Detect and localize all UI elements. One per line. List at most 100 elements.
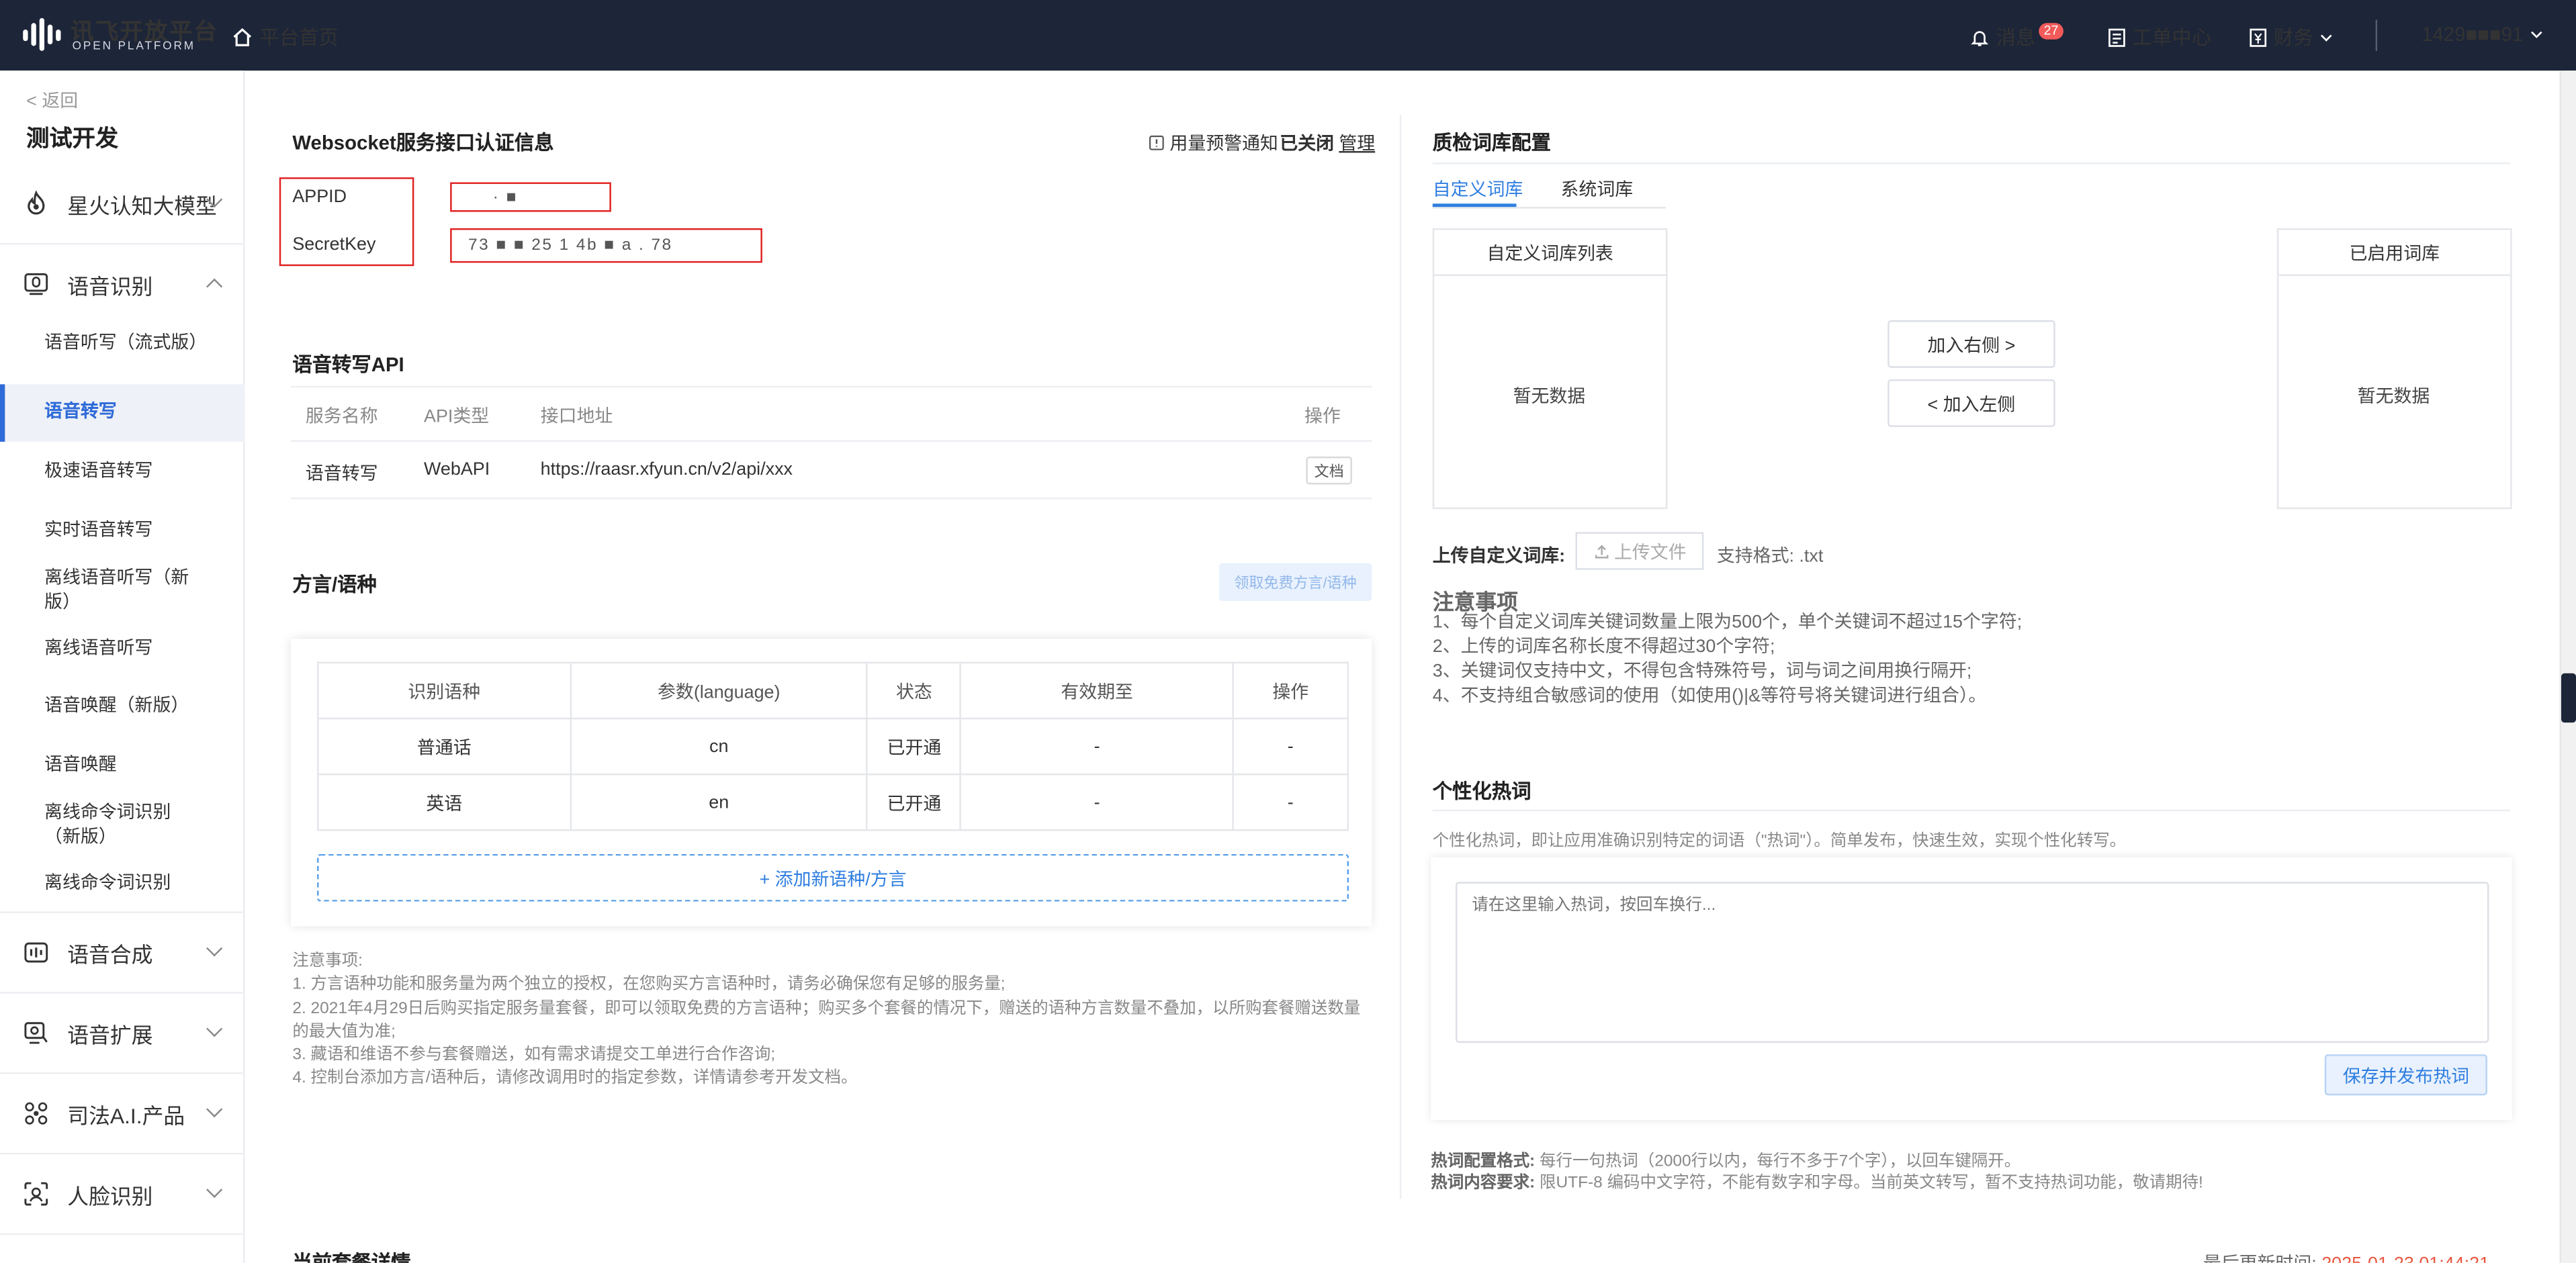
scrollbar-thumb[interactable] <box>2561 673 2576 723</box>
bell-icon <box>1971 30 1989 46</box>
back-link[interactable]: < 返回 <box>26 87 78 113</box>
note-item: 3. 藏语和维语不参与套餐赠送，如有需求请提交工单进行合作咨询; <box>292 1046 776 1065</box>
sidebar-group-asr[interactable]: 语音识别 <box>0 244 245 323</box>
enabled-lexicon-list: 已启用词库 <box>2276 228 2512 510</box>
flame-icon <box>21 189 51 218</box>
divider <box>290 498 1372 500</box>
api-row-url[interactable]: https://raasr.xfyun.cn/v2/api/xxx <box>541 460 793 479</box>
cell-param: cn <box>570 717 869 776</box>
hotword-section-title: 个性化热词 <box>1432 780 1531 803</box>
publish-hotword-button[interactable]: 保存并发布热词 <box>2324 1054 2487 1096</box>
notice-item: 1、每个自定义词库关键词数量上限为500个，单个关键词不超过15个字符; <box>1432 612 2023 633</box>
tab-active-indicator <box>1432 203 1517 207</box>
sidebar-group-spark[interactable]: 星火认知大模型 <box>0 165 245 243</box>
chevron-down-icon <box>2530 31 2542 38</box>
cell-op: - <box>1232 717 1349 776</box>
ticket-center-link[interactable]: 工单中心 <box>2108 23 2211 51</box>
sidebar-group-judicial[interactable]: 司法A.I.产品 <box>0 1074 245 1153</box>
custom-lexicon-list-title: 自定义词库列表 <box>1434 230 1667 276</box>
note-item: 4. 控制台添加方言/语种后，请修改调用时的指定参数，详情请参考开发文档。 <box>292 1070 858 1088</box>
chevron-down-icon <box>206 940 223 957</box>
sidebar-group-label: 人脸识别 <box>67 1183 153 1208</box>
sidebar-item-wakeup[interactable]: 语音唤醒 <box>44 754 209 779</box>
sidebar-item-transcription[interactable]: 语音转写 <box>44 401 209 426</box>
claim-free-dialect-button[interactable]: 领取免费方言/语种 <box>1218 563 1372 602</box>
message-count-badge: 27 <box>2039 22 2063 39</box>
alert-bell-icon <box>1149 135 1164 150</box>
manage-link[interactable]: 管理 <box>1339 130 1375 156</box>
sidebar-item-offline-command[interactable]: 离线命令词识别 <box>44 872 209 897</box>
chevron-down-icon <box>206 1021 223 1037</box>
sidebar-group-extension[interactable]: 语音扩展 <box>0 994 245 1072</box>
divider <box>1432 162 2511 165</box>
hotword-description: 个性化热词，即让应用准确识别特定的词语（"热词"）。简单发布，快速生效，实现个性… <box>1432 833 2127 851</box>
custom-lexicon-empty: 暂无数据 <box>1513 387 1586 408</box>
sidebar-group-label: 星火认知大模型 <box>67 193 217 218</box>
sidebar-item-offline-command-new[interactable]: 离线命令词识别（新版） <box>44 802 185 851</box>
sidebar-group-tts[interactable]: 语音合成 <box>0 913 245 992</box>
chevron-down-icon <box>206 1181 223 1199</box>
upload-label: 上传自定义词库: <box>1432 547 1566 567</box>
voice-extension-icon <box>21 1018 51 1047</box>
usage-alert-link[interactable]: 用量预警通知 <box>1149 130 1278 156</box>
table-header-row: 识别语种 参数(language) 状态 有效期至 操作 <box>317 661 1349 720</box>
cell-expiry: - <box>960 773 1234 831</box>
sidebar-item-fast-transcription[interactable]: 极速语音转写 <box>44 460 209 485</box>
nav-home-link[interactable]: 平台首页 <box>232 23 339 51</box>
sidebar-group-label: 语音识别 <box>67 273 153 298</box>
sidebar-item-wakeup-new[interactable]: 语音唤醒（新版） <box>44 695 209 720</box>
upload-file-label: 上传文件 <box>1613 543 1687 563</box>
face-recognition-icon <box>21 1179 51 1209</box>
add-left-button[interactable]: < 加入左侧 <box>1887 379 2055 427</box>
tab-custom-lexicon[interactable]: 自定义词库 <box>1433 176 1523 202</box>
speech-recognition-icon <box>21 269 51 299</box>
cell-lang: 普通话 <box>317 717 572 776</box>
sidebar-item-offline-dictation-new[interactable]: 离线语音听写（新版） <box>44 567 209 616</box>
hotword-requirement-text: 限UTF-8 编码中文字符，不能有数字和字母。当前英文转写，暂不支持热词功能，敬… <box>1540 1174 2203 1192</box>
sidebar-item-realtime-transcription[interactable]: 实时语音转写 <box>44 519 209 544</box>
doc-button[interactable]: 文档 <box>1306 456 1352 485</box>
secretkey-label: SecretKey <box>292 234 376 255</box>
divider <box>290 440 1372 442</box>
cell-param: en <box>570 773 869 831</box>
last-updated: 最后更新时间: 2025-01-23 01:44:21 <box>2203 1250 2489 1263</box>
upload-format: 支持格式: .txt <box>1716 547 1824 567</box>
col-expiry: 有效期至 <box>960 661 1234 720</box>
api-header-url: 接口地址 <box>540 407 613 427</box>
add-right-button[interactable]: 加入右侧 > <box>1887 320 2055 368</box>
hotword-input[interactable] <box>1455 882 2489 1043</box>
appid-value[interactable]: · ■ <box>493 189 518 207</box>
dialect-section-title: 方言/语种 <box>292 573 377 596</box>
upload-file-button[interactable]: 上传文件 <box>1575 532 1704 570</box>
yen-icon <box>2250 28 2267 46</box>
note-item: 2. 2021年4月29日后购买指定服务量套餐，即可以领取免费的方言语种；购买多… <box>292 999 1361 1041</box>
api-header-name: 服务名称 <box>305 407 378 427</box>
last-updated-value: 2025-01-23 01:44:21 <box>2321 1255 2489 1263</box>
note-item: 1. 方言语种功能和服务量为两个独立的授权，在您购买方言语种时，请务必确保您有足… <box>292 976 1006 994</box>
sidebar-group-face[interactable]: 人脸识别 <box>0 1154 245 1233</box>
finance-dropdown[interactable]: 财务 <box>2249 23 2333 51</box>
divider <box>1432 809 2511 812</box>
table-row: 英语 en 已开通 - - <box>317 773 1349 831</box>
messages-link[interactable]: 消息 27 <box>1970 22 2063 51</box>
sidebar-item-offline-dictation[interactable]: 离线语音听写 <box>44 637 209 662</box>
add-dialect-button[interactable]: + 添加新语种/方言 <box>317 853 1349 902</box>
cell-status: 已开通 <box>867 717 962 776</box>
cell-status: 已开通 <box>867 773 962 831</box>
nav-home-label: 平台首页 <box>259 26 339 50</box>
secretkey-value[interactable]: 73 ■ ■ 25 1 4b ■ a . 78 <box>468 236 673 254</box>
last-updated-label: 最后更新时间: <box>2203 1255 2317 1263</box>
finance-label: 财务 <box>2273 26 2313 50</box>
sidebar-item-asr-streaming[interactable]: 语音听写（流式版） <box>44 332 209 357</box>
api-header-op: 操作 <box>1304 407 1341 427</box>
user-menu[interactable]: 1429■■■91 <box>2422 23 2542 46</box>
col-param: 参数(language) <box>570 661 869 720</box>
iflytek-logo-icon[interactable] <box>21 17 64 51</box>
column-divider <box>1399 115 1402 1199</box>
page-scrollbar[interactable] <box>2559 71 2576 1263</box>
tab-system-lexicon[interactable]: 系统词库 <box>1561 176 1634 202</box>
chevron-down-icon <box>2321 34 2332 41</box>
notice-item: 4、不支持组合敏感词的使用（如使用()|&等符号将关键词进行组合）。 <box>1432 686 1987 706</box>
dialect-table: 识别语种 参数(language) 状态 有效期至 操作 普通话 cn 已开通 … <box>317 661 1349 831</box>
notice-item: 2、上传的词库名称长度不得超过30个字符; <box>1432 637 1775 657</box>
